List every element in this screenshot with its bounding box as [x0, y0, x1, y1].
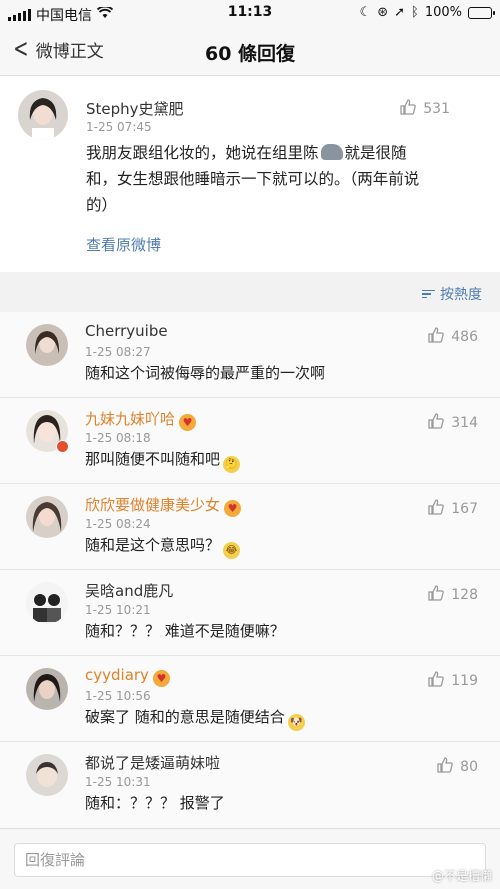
thumbs-up-icon	[427, 412, 445, 434]
comment-item: 都说了是矮逼萌妹啦 1-25 10:31 80 随和：？？？ 报警了	[0, 742, 500, 834]
comment-like-button[interactable]: 80	[436, 756, 478, 778]
comment-text: 随和？？？ 难道不是随便嘛？	[85, 622, 285, 640]
comment-item: 九妹九妹吖哈 ♥ 1-25 08:18 314 那叫随便不叫随和吧 🤔	[0, 398, 500, 484]
elephant-icon	[320, 144, 343, 160]
reply-input[interactable]: 回復評論	[14, 843, 486, 877]
avatar[interactable]	[26, 668, 68, 710]
avatar[interactable]	[26, 582, 68, 624]
comment-like-count: 80	[460, 759, 478, 775]
avatar[interactable]	[26, 496, 68, 538]
comment-text: 那叫随便不叫随和吧 🤔	[85, 448, 241, 473]
comment-like-count: 167	[451, 501, 478, 517]
comment-like-button[interactable]: 119	[427, 670, 478, 692]
battery-icon	[468, 6, 495, 19]
comment-time: 1-25 10:31	[85, 775, 151, 789]
orientation-lock-icon: ⊛	[377, 5, 389, 20]
post-text: 我朋友跟组化妆的，她说在组里陈 就是很随 和，女生想跟他睡暗示一下就可以的。（两年…	[86, 140, 486, 218]
thumbs-up-icon	[427, 498, 445, 520]
heart-eyes-icon: ♥	[179, 414, 197, 431]
comment-time: 1-25 08:24	[85, 517, 151, 531]
thumbs-up-icon	[427, 584, 445, 606]
comment-list: Cherryuibe 1-25 08:27 486 随和这个词被侮辱的最严重的一…	[0, 312, 500, 834]
battery-percent: 100%	[424, 5, 462, 20]
thinking-emoji-icon: 🤔	[223, 456, 241, 473]
post-text-line1: 我朋友跟组化妆的，她说在组里陈 就是很随	[86, 144, 407, 162]
heart-eyes-icon: ♥	[152, 670, 170, 687]
thumbs-up-icon	[399, 98, 417, 120]
post-text-line3: 的）	[86, 196, 118, 214]
comment-item: cyydiary ♥ 1-25 10:56 119 破案了 随和的意思是随便结合 🐶	[0, 656, 500, 742]
thumbs-up-icon	[427, 326, 445, 348]
comment-time: 1-25 08:18	[85, 431, 151, 445]
sort-label: 按熱度	[440, 287, 482, 303]
laughing-emoji-icon: 😂	[223, 542, 241, 559]
post-time: 1-25 07:45	[86, 120, 152, 134]
heart-eyes-icon: ♥	[224, 500, 242, 517]
comment-time: 1-25 10:21	[85, 603, 151, 617]
post-like-button[interactable]: 531	[399, 98, 450, 120]
comment-like-button[interactable]: 314	[427, 412, 478, 434]
post-author[interactable]: Stephy史黛肥	[86, 98, 184, 119]
status-right: ☾ ⊛ ➚ ᛒ 100%	[359, 5, 495, 20]
comment-text: 破案了 随和的意思是随便结合 🐶	[85, 706, 305, 731]
comment-like-count: 486	[451, 329, 478, 345]
sort-icon	[422, 289, 435, 299]
comment-author[interactable]: 九妹九妹吖哈 ♥	[85, 408, 197, 431]
comment-text: 随和这个词被侮辱的最严重的一次啊	[85, 364, 326, 382]
comment-time: 1-25 10:56	[85, 689, 151, 703]
comment-like-button[interactable]: 486	[427, 326, 478, 348]
nav-bar: < 微博正文 60 條回復	[0, 26, 500, 76]
comment-text: 随和是这个意思吗？ 😂	[85, 534, 241, 559]
comment-like-count: 128	[451, 587, 478, 603]
comment-like-count: 314	[451, 415, 478, 431]
comment-like-button[interactable]: 128	[427, 584, 478, 606]
comment-like-count: 119	[451, 673, 478, 689]
view-original-link[interactable]: 查看原微博	[86, 234, 161, 255]
page-title: 60 條回復	[204, 43, 296, 65]
comment-author[interactable]: 吴晗and鹿凡	[85, 580, 173, 601]
reply-bar: 回復評論 @不是槽懶	[0, 828, 500, 889]
bluetooth-icon: ᛒ	[411, 5, 419, 20]
thumbs-up-icon	[427, 670, 445, 692]
comment-author[interactable]: cyydiary ♥	[85, 666, 170, 687]
comment-item: Cherryuibe 1-25 08:27 486 随和这个词被侮辱的最严重的一…	[0, 312, 500, 398]
avatar[interactable]	[26, 324, 68, 366]
sort-button[interactable]: 按熱度	[422, 284, 482, 304]
comment-item: 欣欣要做健康美少女 ♥ 1-25 08:24 167 随和是这个意思吗？ 😂	[0, 484, 500, 570]
comment-author[interactable]: 都说了是矮逼萌妹啦	[85, 752, 220, 773]
avatar[interactable]	[18, 90, 68, 140]
comment-like-button[interactable]: 167	[427, 498, 478, 520]
watermark: @不是槽懶	[431, 869, 492, 883]
comment-author[interactable]: 欣欣要做健康美少女 ♥	[85, 494, 242, 517]
comment-time: 1-25 08:27	[85, 345, 151, 359]
moon-icon: ☾	[359, 5, 372, 20]
original-post: Stephy史黛肥 1-25 07:45 531 我朋友跟组化妆的，她说在组里陈…	[0, 76, 500, 272]
post-like-count: 531	[423, 101, 450, 117]
thumbs-up-icon	[436, 756, 454, 778]
avatar[interactable]	[26, 754, 68, 796]
comment-author[interactable]: Cherryuibe	[85, 322, 168, 340]
sort-bar: 按熱度	[0, 272, 500, 312]
comment-text: 随和：？？？ 报警了	[85, 794, 225, 812]
location-icon: ➚	[394, 5, 406, 20]
status-bar: 中国电信 11:13 ☾ ⊛ ➚ ᛒ 100%	[0, 0, 500, 26]
vip-badge-icon	[56, 440, 69, 453]
comment-item: 吴晗and鹿凡 1-25 10:21 128 随和？？？ 难道不是随便嘛？	[0, 570, 500, 656]
post-text-line2: 和，女生想跟他睡暗示一下就可以的。（两年前说	[86, 170, 420, 188]
doge-emoji-icon: 🐶	[287, 714, 305, 731]
